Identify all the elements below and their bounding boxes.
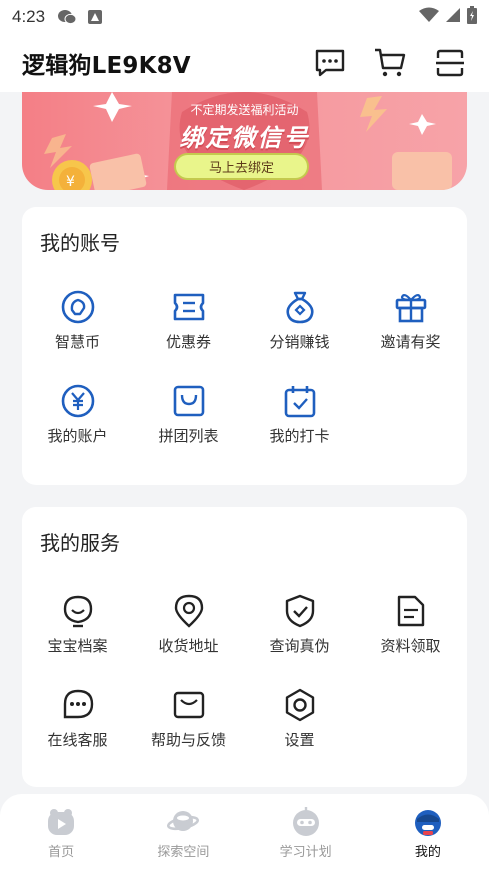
document-icon [393, 593, 429, 629]
wifi-icon [419, 7, 439, 27]
account-card-title: 我的账号 [40, 231, 120, 255]
services-card-title: 我的服务 [40, 531, 120, 555]
bind-wechat-banner[interactable]: ¥ 不定期发送福利活动 绑定微信号 马上去绑定 [22, 92, 467, 190]
grid-item-label: 资料领取 [380, 637, 441, 655]
grid-item-customer-service[interactable]: 在线客服 [22, 687, 133, 750]
status-time: 4:23 [12, 7, 46, 26]
tab-explore[interactable]: 探索空间 [122, 794, 244, 869]
yuan-icon [60, 383, 96, 419]
wechat-icon [57, 9, 77, 25]
tab-label: 探索空间 [157, 845, 210, 860]
profile-header: 逻辑狗LE9K8V [0, 34, 489, 92]
tab-label: 首页 [48, 845, 75, 860]
signal-icon [445, 7, 461, 27]
shield-check-icon [282, 593, 318, 629]
grid-item-label: 我的打卡 [269, 427, 330, 445]
chat-bubble-icon [60, 687, 96, 723]
status-bar: 4:23 [0, 0, 489, 34]
grid-item-settings[interactable]: 设置 [244, 687, 355, 750]
tab-mine[interactable]: 我的 [367, 794, 489, 869]
grid-item-my-account[interactable]: 我的账户 [22, 383, 133, 446]
scan-button[interactable] [433, 46, 467, 80]
my-account-card: 我的账号 智慧币 优惠券 分销赚钱 邀请有奖 我的账户 拼团列表 我的打卡 [22, 207, 467, 485]
svg-text:¥: ¥ [66, 174, 75, 190]
mail-icon [171, 687, 207, 723]
banner-headline: 绑定微信号 [179, 124, 310, 152]
grid-item-address[interactable]: 收货地址 [133, 593, 244, 656]
hexagon-settings-icon [282, 687, 318, 723]
grid-item-label: 邀请有奖 [380, 333, 441, 351]
coin-icon [60, 289, 96, 325]
gift-icon [393, 289, 429, 325]
battery-icon [467, 6, 477, 28]
grid-item-coupons[interactable]: 优惠券 [133, 289, 244, 352]
scan-icon [436, 49, 464, 77]
grid-item-label: 帮助与反馈 [150, 731, 226, 749]
grid-item-label: 智慧币 [54, 333, 100, 351]
grid-item-label: 查询真伪 [269, 637, 330, 655]
grid-item-baby-profile[interactable]: 宝宝档案 [22, 593, 133, 656]
message-button[interactable] [313, 46, 347, 80]
tab-study-plan[interactable]: 学习计划 [245, 794, 367, 869]
grid-item-group-buy[interactable]: 拼团列表 [133, 383, 244, 446]
grid-item-distribution[interactable]: 分销赚钱 [244, 289, 355, 352]
profile-icon [412, 806, 444, 838]
shopping-bag-icon [171, 383, 207, 419]
banner-tagline: 不定期发送福利活动 [190, 103, 299, 117]
grid-item-materials[interactable]: 资料领取 [355, 593, 466, 656]
robot-icon [290, 806, 322, 838]
tab-label: 学习计划 [279, 845, 332, 860]
cart-icon [375, 48, 406, 77]
grid-item-verify[interactable]: 查询真伪 [244, 593, 355, 656]
grid-item-label: 拼团列表 [158, 427, 219, 445]
location-pin-icon [171, 593, 207, 629]
grid-item-coins[interactable]: 智慧币 [22, 289, 133, 352]
grid-item-label: 在线客服 [47, 731, 108, 749]
grid-item-check-in[interactable]: 我的打卡 [244, 383, 355, 446]
bind-now-button[interactable]: 马上去绑定 [174, 153, 309, 180]
grid-item-label: 收货地址 [158, 637, 219, 655]
grid-item-label: 宝宝档案 [47, 637, 108, 655]
grid-item-label: 我的账户 [47, 427, 108, 445]
cart-button[interactable] [373, 46, 407, 80]
home-icon [45, 806, 77, 838]
coupon-icon [171, 289, 207, 325]
calendar-check-icon [282, 383, 318, 419]
grid-item-invite[interactable]: 邀请有奖 [355, 289, 466, 352]
baby-face-icon [60, 593, 96, 629]
money-bag-icon [282, 289, 318, 325]
chat-icon [315, 49, 345, 77]
tab-home[interactable]: 首页 [0, 794, 122, 869]
page-title: 逻辑狗LE9K8V [22, 53, 191, 79]
planet-icon [167, 806, 200, 838]
my-services-card: 我的服务 宝宝档案 收货地址 查询真伪 资料领取 在线客服 帮助与反馈 设置 [22, 507, 467, 787]
grid-item-label: 分销赚钱 [269, 333, 330, 351]
app-notification-icon [87, 9, 103, 25]
tab-label: 我的 [414, 845, 441, 860]
grid-item-label: 优惠券 [165, 333, 211, 351]
bottom-tab-bar: 首页 探索空间 学习计划 我的 [0, 794, 489, 869]
grid-item-label: 设置 [284, 731, 315, 749]
grid-item-help-feedback[interactable]: 帮助与反馈 [133, 687, 244, 750]
